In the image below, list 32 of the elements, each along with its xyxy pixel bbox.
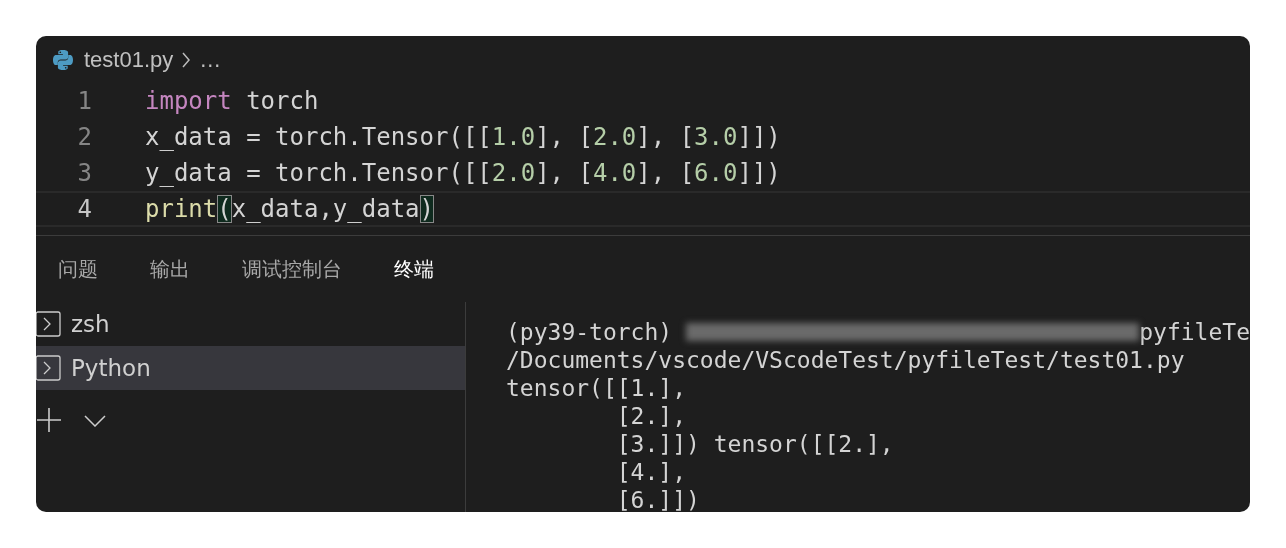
code-line: x_data = torch.Tensor([[1.0], [2.0], [3.0]]) <box>145 122 781 152</box>
terminal-name: Python <box>71 354 151 383</box>
panel-tab[interactable]: 问题 <box>58 255 98 283</box>
terminal-name: zsh <box>71 310 110 339</box>
terminal-icon <box>36 355 61 381</box>
panel-tab[interactable]: 调试控制台 <box>242 255 342 283</box>
terminal-output-text: [6.]]) <box>615 486 700 512</box>
panel-tab[interactable]: 终端 <box>394 255 434 283</box>
code-line: y_data = torch.Tensor([[2.0], [4.0], [6.0]]) <box>145 158 781 188</box>
terminal-item[interactable]: zsh <box>36 302 465 346</box>
terminal-output-text: (py39-torch) <box>506 318 674 346</box>
line-number: 2 <box>76 122 92 152</box>
line-number: 1 <box>76 86 92 116</box>
plus-icon[interactable] <box>36 407 62 433</box>
breadcrumb-file[interactable]: test01.py <box>84 46 174 73</box>
code-line: import torch <box>145 86 319 116</box>
line-number: 4 <box>76 194 92 224</box>
terminal-output-text: pyfileTe <box>1139 318 1250 346</box>
panel-tab[interactable]: 输出 <box>150 255 190 283</box>
terminal-output-text: [3.]]) tensor([[2.], <box>615 430 894 458</box>
terminal-icon <box>36 311 61 337</box>
line-number: 3 <box>76 158 92 188</box>
terminal-output-text: /Documents/vscode/VScodeTest/pyfileTest/test01.py <box>506 346 1185 374</box>
chevron-right-icon <box>181 50 192 69</box>
python-icon <box>52 48 74 71</box>
chevron-down-icon[interactable] <box>84 415 106 427</box>
terminal-item[interactable]: Python <box>36 346 465 390</box>
terminal-output-text: tensor([[1.], <box>506 374 686 402</box>
breadcrumb-more[interactable]: … <box>199 46 222 73</box>
code-line: print(x_data,y_data) <box>145 194 434 224</box>
terminal-output-text: [4.], <box>615 458 686 486</box>
terminal-output-text: [2.], <box>615 402 686 430</box>
